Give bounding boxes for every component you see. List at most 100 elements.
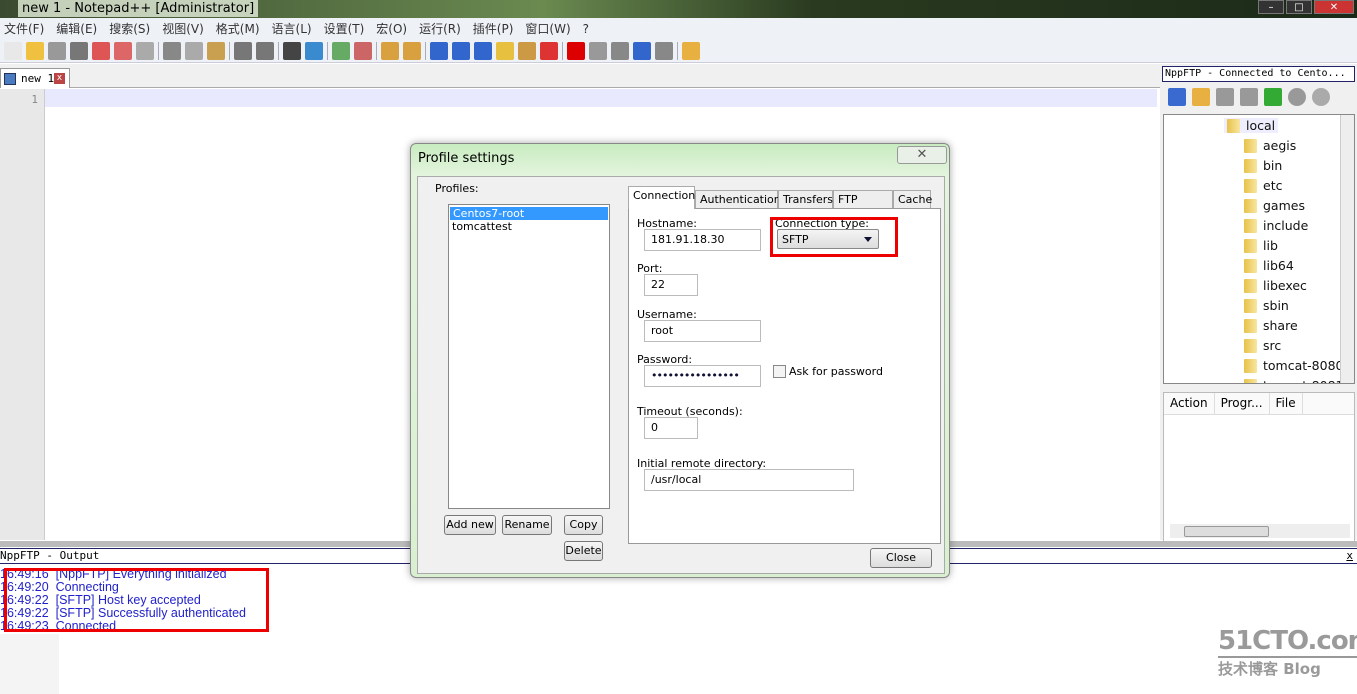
- tab-new-1[interactable]: new 1 x: [0, 68, 70, 88]
- zoom-out-icon[interactable]: [354, 41, 372, 60]
- tab-connection[interactable]: Connection: [628, 186, 695, 209]
- hostname-input[interactable]: 181.91.18.30: [644, 229, 761, 251]
- abort-icon[interactable]: [1288, 88, 1306, 106]
- record-macro-icon[interactable]: [567, 41, 585, 60]
- cut-icon[interactable]: [163, 41, 181, 60]
- remote-file-tree[interactable]: local aegis bin etc games include lib lib64 lib…: [1163, 114, 1355, 384]
- tab-ftp-misc[interactable]: FTP Misc.: [833, 190, 893, 219]
- tree-node-folder[interactable]: src: [1244, 338, 1281, 353]
- dialog-title: Profile settings: [418, 151, 515, 166]
- copy-button[interactable]: Copy: [564, 515, 603, 535]
- queue-column-header[interactable]: Progr...: [1215, 393, 1270, 414]
- tree-node-folder[interactable]: sbin: [1244, 298, 1289, 313]
- indent-guide-icon[interactable]: [474, 41, 492, 60]
- menu-item[interactable]: 文件(F): [0, 20, 52, 37]
- undo-icon[interactable]: [234, 41, 252, 60]
- user-language-icon[interactable]: [496, 41, 514, 60]
- menu-item[interactable]: 编辑(E): [52, 20, 105, 37]
- document-map-icon[interactable]: [518, 41, 536, 60]
- print-icon[interactable]: [136, 41, 154, 60]
- window-title: new 1 - Notepad++ [Administrator]: [18, 0, 259, 17]
- run-macro-multiple-icon[interactable]: [633, 41, 651, 60]
- dialog-close-icon[interactable]: ✕: [897, 146, 947, 164]
- redo-icon[interactable]: [256, 41, 274, 60]
- close-output-icon[interactable]: x: [1346, 549, 1353, 563]
- tree-node-folder[interactable]: share: [1244, 318, 1298, 333]
- tab-cache[interactable]: Cache: [893, 190, 932, 208]
- play-macro-icon[interactable]: [611, 41, 629, 60]
- menu-item[interactable]: ?: [579, 22, 597, 36]
- copy-icon[interactable]: [185, 41, 203, 60]
- download-icon[interactable]: [1216, 88, 1234, 106]
- timeout-input[interactable]: 0: [644, 417, 698, 439]
- tree-node-folder[interactable]: include: [1244, 218, 1308, 233]
- password-input[interactable]: ••••••••••••••••: [644, 365, 761, 387]
- save-all-icon[interactable]: [70, 41, 88, 60]
- tree-node-folder[interactable]: bin: [1244, 158, 1282, 173]
- menu-item[interactable]: 插件(P): [469, 20, 522, 37]
- scrollbar-thumb[interactable]: [1184, 526, 1269, 537]
- word-wrap-icon[interactable]: [430, 41, 448, 60]
- sync-vertical-icon[interactable]: [381, 41, 399, 60]
- menu-item[interactable]: 宏(O): [372, 20, 415, 37]
- queue-horizontal-scrollbar[interactable]: [1170, 524, 1350, 538]
- tree-node-folder[interactable]: libexec: [1244, 278, 1307, 293]
- close-icon[interactable]: [92, 41, 110, 60]
- menu-item[interactable]: 视图(V): [158, 20, 212, 37]
- editor-text-area[interactable]: [45, 89, 1157, 107]
- refresh-icon[interactable]: [1264, 88, 1282, 106]
- menu-item[interactable]: 运行(R): [415, 20, 469, 37]
- new-file-icon[interactable]: [4, 41, 22, 60]
- profile-item[interactable]: Centos7-root: [450, 207, 608, 220]
- queue-column-header[interactable]: Action: [1164, 393, 1215, 414]
- nppftp-icon[interactable]: [682, 41, 700, 60]
- upload-icon[interactable]: [1240, 88, 1258, 106]
- ask-password-checkbox[interactable]: [773, 365, 786, 378]
- tree-node-folder[interactable]: lib: [1244, 238, 1278, 253]
- stop-macro-icon[interactable]: [589, 41, 607, 60]
- close-all-icon[interactable]: [114, 41, 132, 60]
- minimize-button[interactable]: –: [1258, 0, 1284, 14]
- profiles-list[interactable]: Centos7-root tomcattest: [448, 204, 610, 509]
- maximize-button[interactable]: □: [1286, 0, 1312, 14]
- close-tab-icon[interactable]: x: [54, 73, 65, 84]
- tab-transfers[interactable]: Transfers: [778, 190, 833, 208]
- menu-item[interactable]: 设置(T): [320, 20, 373, 37]
- tree-node-folder[interactable]: lib64: [1244, 258, 1294, 273]
- add-new-button[interactable]: Add new: [444, 515, 496, 535]
- replace-icon[interactable]: [305, 41, 323, 60]
- tree-node-local[interactable]: local: [1224, 118, 1279, 133]
- save-macro-icon[interactable]: [655, 41, 673, 60]
- settings-icon[interactable]: [1312, 88, 1330, 106]
- close-button[interactable]: Close: [870, 548, 932, 568]
- save-icon[interactable]: [48, 41, 66, 60]
- paste-icon[interactable]: [207, 41, 225, 60]
- close-window-button[interactable]: ✕: [1314, 0, 1354, 14]
- tree-node-folder[interactable]: aegis: [1244, 138, 1296, 153]
- tree-node-folder[interactable]: games: [1244, 198, 1305, 213]
- zoom-in-icon[interactable]: [332, 41, 350, 60]
- find-icon[interactable]: [283, 41, 301, 60]
- tree-node-folder[interactable]: tomcat-8081: [1244, 378, 1343, 383]
- queue-column-header[interactable]: File: [1270, 393, 1303, 414]
- profile-item[interactable]: tomcattest: [449, 220, 609, 233]
- open-file-icon[interactable]: [26, 41, 44, 60]
- tree-vertical-scrollbar[interactable]: [1340, 115, 1354, 383]
- show-all-chars-icon[interactable]: [452, 41, 470, 60]
- menu-item[interactable]: 搜索(S): [105, 20, 158, 37]
- username-input[interactable]: root: [644, 320, 761, 342]
- port-input[interactable]: 22: [644, 274, 698, 296]
- menu-item[interactable]: 窗口(W): [521, 20, 578, 37]
- function-list-icon[interactable]: [540, 41, 558, 60]
- connect-icon[interactable]: [1168, 88, 1186, 106]
- tree-node-folder[interactable]: etc: [1244, 178, 1282, 193]
- sync-horizontal-icon[interactable]: [403, 41, 421, 60]
- open-folder-icon[interactable]: [1192, 88, 1210, 106]
- tree-node-folder[interactable]: tomcat-8080: [1244, 358, 1343, 373]
- remote-dir-input[interactable]: /usr/local: [644, 469, 854, 491]
- menu-item[interactable]: 格式(M): [212, 20, 268, 37]
- rename-button[interactable]: Rename: [502, 515, 552, 535]
- tab-authentication[interactable]: Authentication: [695, 190, 781, 208]
- menu-item[interactable]: 语言(L): [268, 20, 320, 37]
- delete-button[interactable]: Delete: [564, 541, 603, 561]
